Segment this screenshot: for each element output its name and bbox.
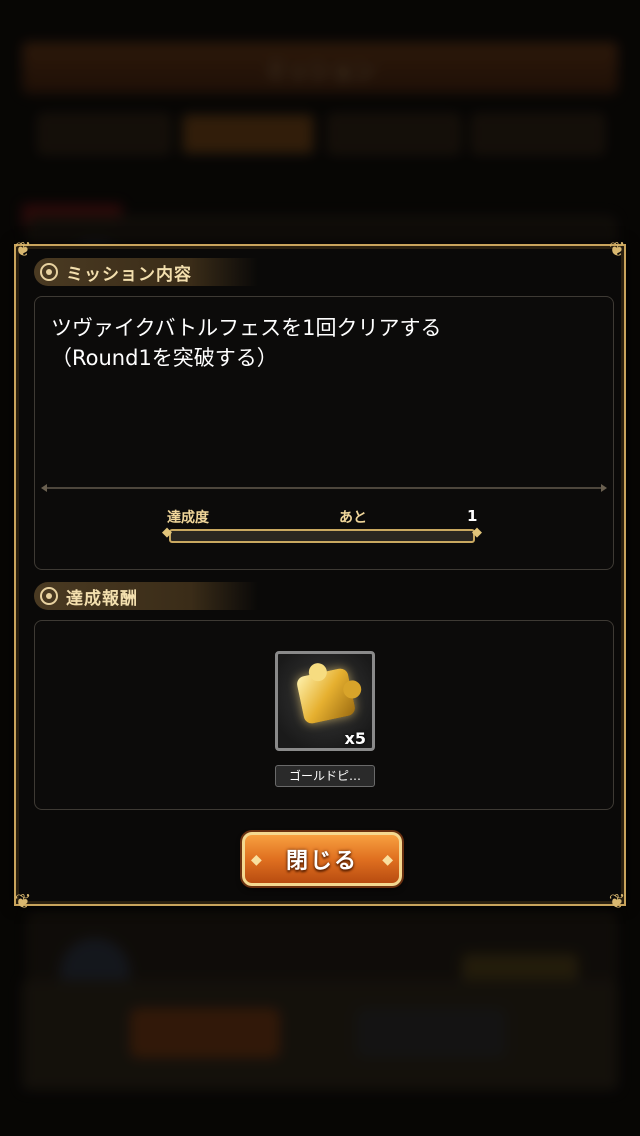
reward-item[interactable]: x5 (275, 651, 375, 751)
divider (41, 484, 607, 492)
ornament-corner-icon: ❦ (14, 237, 32, 261)
remaining-label: あと (339, 510, 367, 526)
mission-content-box: ツヴァイクバトルフェスを1回クリアする （Round1を突破する） 達成度 あと… (34, 296, 614, 570)
reward-item-name: ゴールドピ… (275, 765, 375, 787)
ornament-corner-icon: ❦ (608, 889, 626, 913)
close-button-label: 閉じる (285, 849, 358, 874)
ornament-corner-icon: ❦ (14, 889, 32, 913)
reward-label: 達成報酬 (66, 588, 138, 609)
remaining-value: 1 (467, 507, 478, 525)
mission-description-line: ツヴァイクバトルフェスを1回クリアする (51, 316, 442, 340)
mission-detail-modal: ❦ ❦ ❦ ❦ ミッション内容 ツヴァイクバトルフェスを1回クリアする （Rou… (14, 238, 626, 912)
reward-header: 達成報酬 (34, 582, 258, 610)
mission-content-header: ミッション内容 (34, 258, 258, 286)
ornament-icon: ◆ (382, 852, 393, 868)
gold-puzzle-piece-icon (295, 667, 357, 725)
mission-content-label: ミッション内容 (66, 264, 192, 285)
ornament-corner-icon: ❦ (608, 237, 626, 261)
close-button[interactable]: ◆ 閉じる ◆ (242, 832, 402, 886)
mission-description: ツヴァイクバトルフェスを1回クリアする （Round1を突破する） (51, 313, 442, 373)
gear-icon (40, 263, 58, 281)
mission-description-line: （Round1を突破する） (51, 346, 278, 370)
gear-icon (40, 587, 58, 605)
progress-bar (162, 525, 482, 543)
reward-quantity: x5 (344, 729, 366, 748)
progress-label: 達成度 (167, 510, 209, 526)
reward-box: x5 ゴールドピ… (34, 620, 614, 810)
ornament-icon: ◆ (251, 852, 262, 868)
